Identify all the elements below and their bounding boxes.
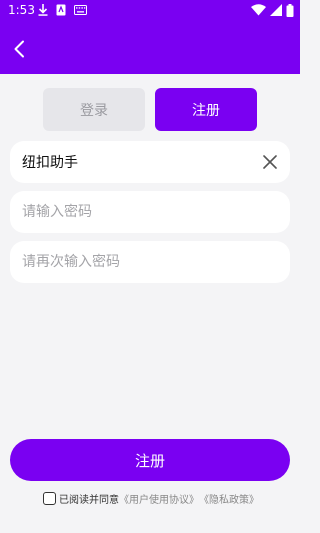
username-field-container bbox=[10, 141, 290, 183]
confirm-password-input[interactable] bbox=[10, 241, 290, 283]
status-notification-icons bbox=[38, 3, 87, 17]
auth-tabs: 登录 注册 bbox=[43, 88, 257, 131]
battery-icon bbox=[286, 3, 294, 17]
signal-icon bbox=[270, 4, 282, 16]
agreement-row: 已阅读并同意 《用户使用协议》 《隐私政策》 bbox=[43, 490, 259, 506]
back-button[interactable] bbox=[6, 36, 32, 62]
app-bar bbox=[0, 22, 300, 74]
clear-icon bbox=[263, 155, 277, 169]
confirm-password-field-container bbox=[10, 241, 290, 283]
wifi-icon bbox=[251, 4, 266, 16]
user-agreement-link[interactable]: 《用户使用协议》 bbox=[119, 491, 199, 506]
tab-login[interactable]: 登录 bbox=[43, 88, 145, 131]
keyboard-icon bbox=[74, 5, 87, 15]
agreement-checkbox[interactable] bbox=[43, 491, 56, 505]
sim-icon bbox=[56, 4, 66, 16]
back-arrow-icon bbox=[14, 40, 24, 58]
password-input[interactable] bbox=[10, 191, 290, 233]
tab-register[interactable]: 注册 bbox=[155, 88, 257, 131]
privacy-policy-link[interactable]: 《隐私政策》 bbox=[199, 491, 259, 506]
register-button[interactable]: 注册 bbox=[10, 439, 290, 481]
download-icon bbox=[38, 4, 48, 16]
clear-button[interactable] bbox=[260, 152, 280, 172]
password-field-container bbox=[10, 191, 290, 233]
status-bar: 1:53 bbox=[0, 0, 300, 22]
agreement-prefix: 已阅读并同意 bbox=[59, 494, 119, 506]
username-input[interactable] bbox=[10, 141, 290, 183]
status-time: 1:53 bbox=[8, 3, 35, 17]
status-system-icons bbox=[251, 3, 294, 17]
